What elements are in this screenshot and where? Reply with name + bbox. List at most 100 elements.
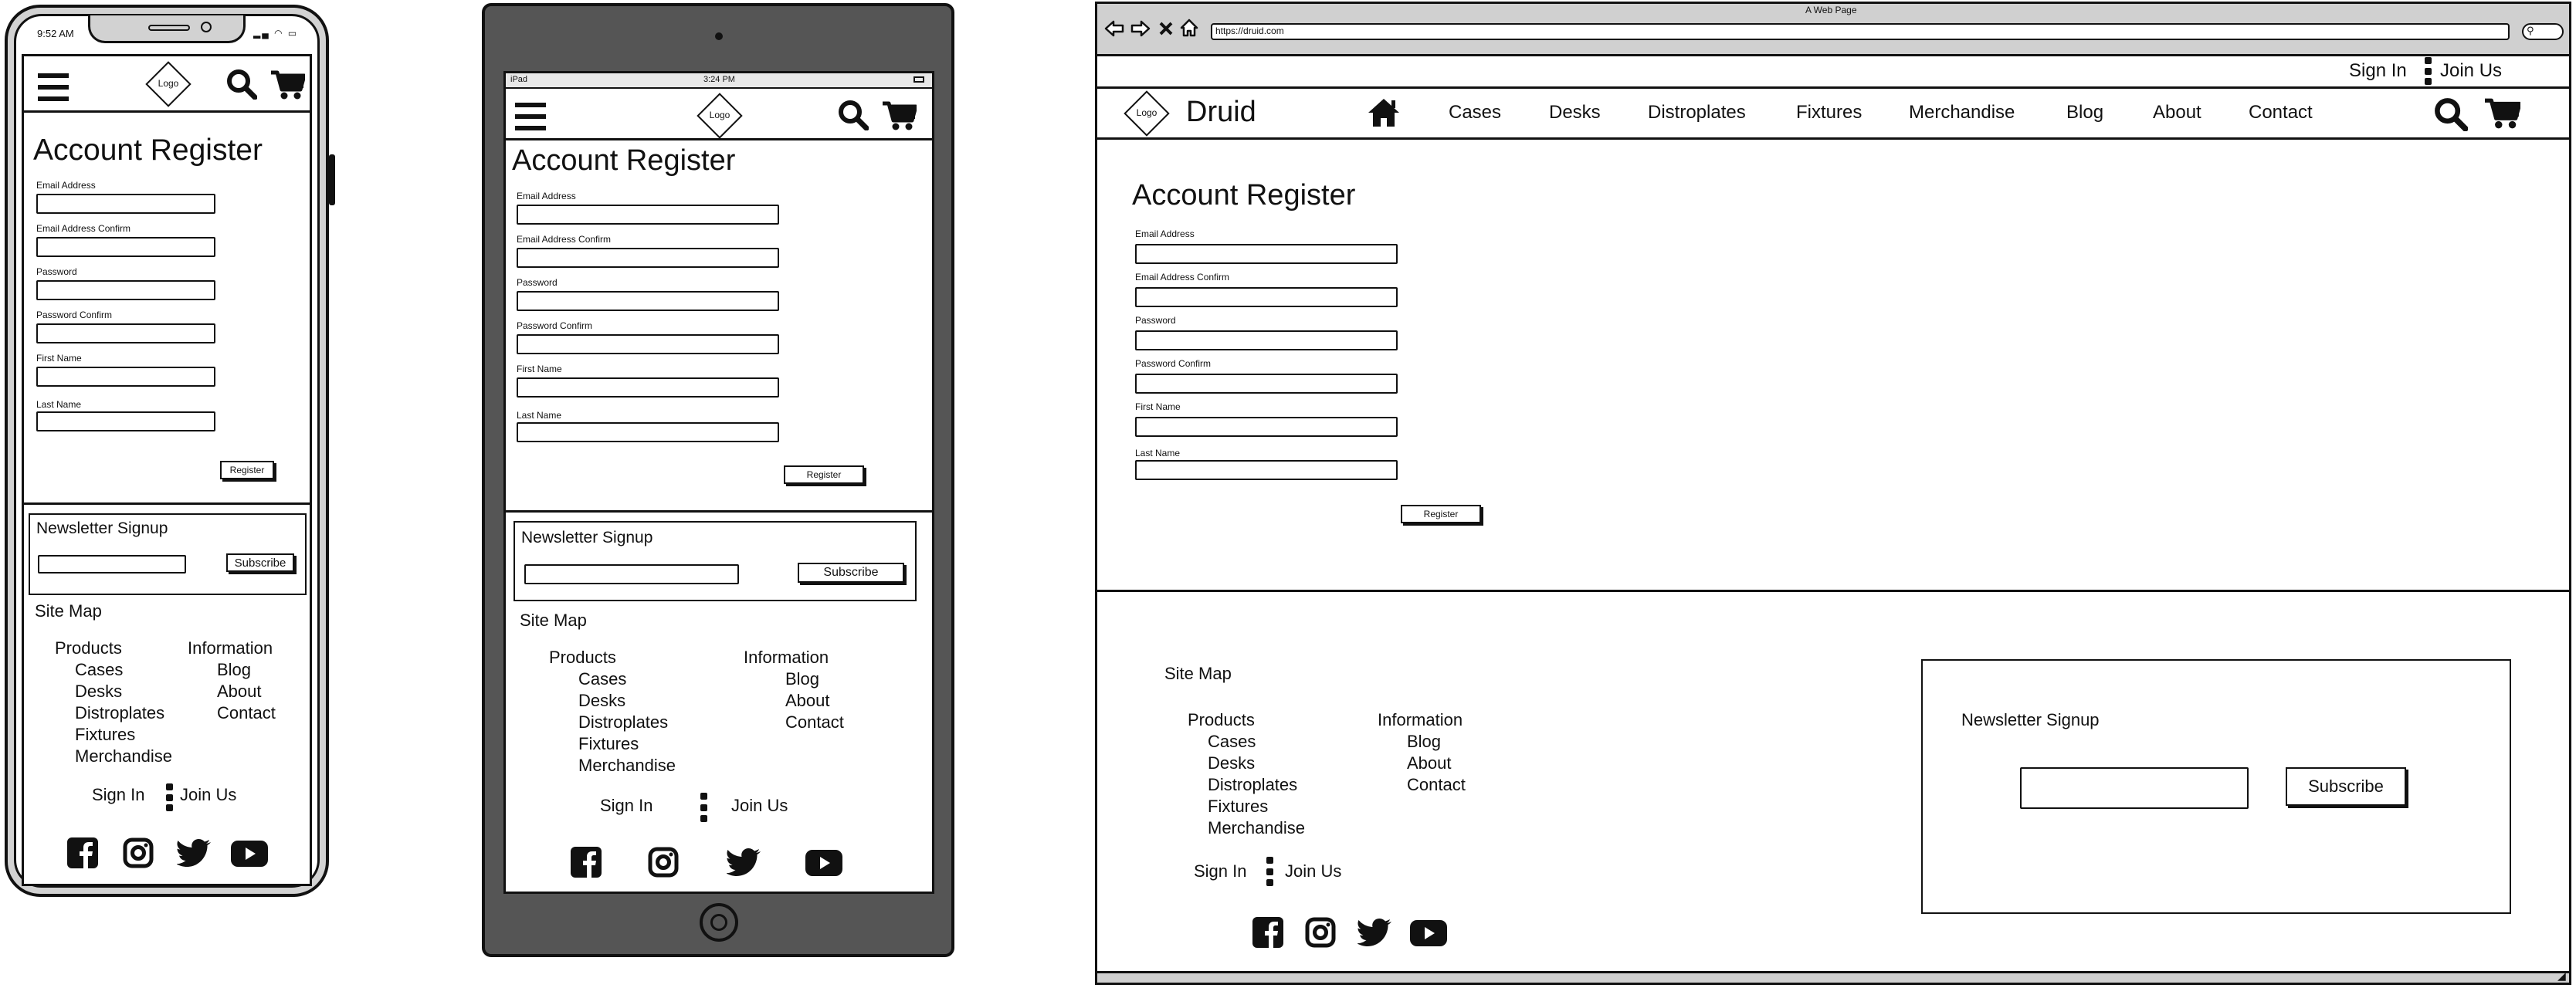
nav-desks[interactable]: Desks xyxy=(1549,102,1601,124)
resize-grip-icon[interactable]: ◢ xyxy=(2557,969,2566,983)
email-confirm-field[interactable] xyxy=(36,237,215,257)
email-field[interactable] xyxy=(36,194,215,214)
products-heading[interactable]: Products xyxy=(1188,710,1255,730)
sitemap-link-about[interactable]: About xyxy=(217,682,262,702)
sign-in-link[interactable]: Sign In xyxy=(600,796,653,816)
password-confirm-field[interactable] xyxy=(517,334,779,354)
youtube-icon[interactable] xyxy=(1410,920,1447,946)
products-heading[interactable]: Products xyxy=(549,648,616,668)
twitter-icon[interactable] xyxy=(727,848,761,876)
nav-cases[interactable]: Cases xyxy=(1449,102,1501,124)
twitter-icon[interactable] xyxy=(1357,919,1391,946)
password-field[interactable] xyxy=(36,280,215,300)
subscribe-button[interactable]: Subscribe xyxy=(798,563,904,583)
password-confirm-field[interactable] xyxy=(1135,374,1398,394)
sitemap-link-desks[interactable]: Desks xyxy=(75,682,122,702)
password-field[interactable] xyxy=(1135,330,1398,350)
join-us-link[interactable]: Join Us xyxy=(180,785,236,805)
first-name-field[interactable] xyxy=(36,367,215,387)
nav-distroplates[interactable]: Distroplates xyxy=(1648,102,1746,124)
sitemap-link-cases[interactable]: Cases xyxy=(578,669,626,689)
register-button[interactable]: Register xyxy=(784,465,864,484)
twitter-icon[interactable] xyxy=(177,839,211,867)
nav-merchandise[interactable]: Merchandise xyxy=(1909,102,2015,124)
email-field[interactable] xyxy=(517,205,779,225)
information-heading[interactable]: Information xyxy=(744,648,829,668)
youtube-icon[interactable] xyxy=(805,850,842,876)
home-outline-icon[interactable] xyxy=(1180,19,1198,37)
password-field[interactable] xyxy=(517,291,779,311)
email-field[interactable] xyxy=(1135,244,1398,264)
sitemap-link-distroplates[interactable]: Distroplates xyxy=(578,712,668,733)
nav-fixtures[interactable]: Fixtures xyxy=(1796,102,1862,124)
register-button[interactable]: Register xyxy=(1401,505,1481,523)
sitemap-link-about[interactable]: About xyxy=(1407,753,1452,773)
cart-icon[interactable] xyxy=(883,100,917,131)
nav-blog[interactable]: Blog xyxy=(2066,102,2103,124)
sign-in-link[interactable]: Sign In xyxy=(92,785,145,805)
information-heading[interactable]: Information xyxy=(1378,710,1463,730)
hamburger-menu-icon[interactable] xyxy=(38,73,69,101)
nav-about[interactable]: About xyxy=(2153,102,2201,124)
search-icon[interactable] xyxy=(226,69,257,100)
sitemap-link-fixtures[interactable]: Fixtures xyxy=(578,734,639,754)
sitemap-link-merchandise[interactable]: Merchandise xyxy=(1208,818,1305,838)
facebook-icon[interactable] xyxy=(1252,917,1283,948)
last-name-field[interactable] xyxy=(517,422,779,442)
sitemap-link-contact[interactable]: Contact xyxy=(785,712,844,733)
sitemap-link-fixtures[interactable]: Fixtures xyxy=(1208,797,1268,817)
newsletter-email-field[interactable] xyxy=(2020,767,2249,809)
stop-icon[interactable] xyxy=(1158,21,1174,36)
sitemap-link-desks[interactable]: Desks xyxy=(578,691,625,711)
sitemap-link-distroplates[interactable]: Distroplates xyxy=(75,703,164,723)
facebook-icon[interactable] xyxy=(67,837,98,868)
products-heading[interactable]: Products xyxy=(55,638,122,658)
address-bar[interactable] xyxy=(1211,23,2510,40)
subscribe-button[interactable]: Subscribe xyxy=(2286,767,2406,806)
sitemap-link-blog[interactable]: Blog xyxy=(785,669,819,689)
email-confirm-field[interactable] xyxy=(517,248,779,268)
search-icon[interactable] xyxy=(838,100,869,130)
last-name-field[interactable] xyxy=(36,411,215,431)
home-icon[interactable] xyxy=(1367,97,1401,128)
sitemap-link-blog[interactable]: Blog xyxy=(1407,732,1441,752)
forward-icon[interactable] xyxy=(1130,20,1151,37)
register-button[interactable]: Register xyxy=(220,461,274,479)
instagram-icon[interactable] xyxy=(648,847,679,878)
sitemap-link-distroplates[interactable]: Distroplates xyxy=(1208,775,1297,795)
brand-name[interactable]: Druid xyxy=(1186,96,1256,129)
footer-join-us-link[interactable]: Join Us xyxy=(1285,861,1341,881)
nav-contact[interactable]: Contact xyxy=(2249,102,2313,124)
newsletter-email-field[interactable] xyxy=(38,555,186,574)
newsletter-email-field[interactable] xyxy=(524,564,739,584)
hamburger-menu-icon[interactable] xyxy=(515,103,546,130)
sitemap-link-desks[interactable]: Desks xyxy=(1208,753,1255,773)
sitemap-link-merchandise[interactable]: Merchandise xyxy=(75,746,172,766)
cart-icon[interactable] xyxy=(2485,97,2520,130)
last-name-field[interactable] xyxy=(1135,460,1398,480)
join-us-link[interactable]: Join Us xyxy=(731,796,788,816)
sitemap-link-cases[interactable]: Cases xyxy=(1208,732,1256,752)
first-name-field[interactable] xyxy=(1135,417,1398,437)
information-heading[interactable]: Information xyxy=(188,638,273,658)
sitemap-link-contact[interactable]: Contact xyxy=(1407,775,1466,795)
instagram-icon[interactable] xyxy=(1305,917,1336,948)
search-icon[interactable] xyxy=(2434,97,2468,131)
cart-icon[interactable] xyxy=(271,69,305,100)
email-confirm-field[interactable] xyxy=(1135,287,1398,307)
footer-sign-in-link[interactable]: Sign In xyxy=(1194,861,1247,881)
sitemap-link-fixtures[interactable]: Fixtures xyxy=(75,725,135,745)
sitemap-link-cases[interactable]: Cases xyxy=(75,660,123,680)
youtube-icon[interactable] xyxy=(231,841,268,867)
password-confirm-field[interactable] xyxy=(36,323,215,343)
sitemap-link-about[interactable]: About xyxy=(785,691,830,711)
back-icon[interactable] xyxy=(1104,20,1124,37)
sign-in-link[interactable]: Sign In xyxy=(2349,60,2407,82)
sitemap-link-blog[interactable]: Blog xyxy=(217,660,251,680)
first-name-field[interactable] xyxy=(517,377,779,398)
instagram-icon[interactable] xyxy=(123,837,154,868)
facebook-icon[interactable] xyxy=(571,847,602,878)
join-us-link[interactable]: Join Us xyxy=(2440,60,2502,82)
sitemap-link-contact[interactable]: Contact xyxy=(217,703,276,723)
sitemap-link-merchandise[interactable]: Merchandise xyxy=(578,756,676,776)
